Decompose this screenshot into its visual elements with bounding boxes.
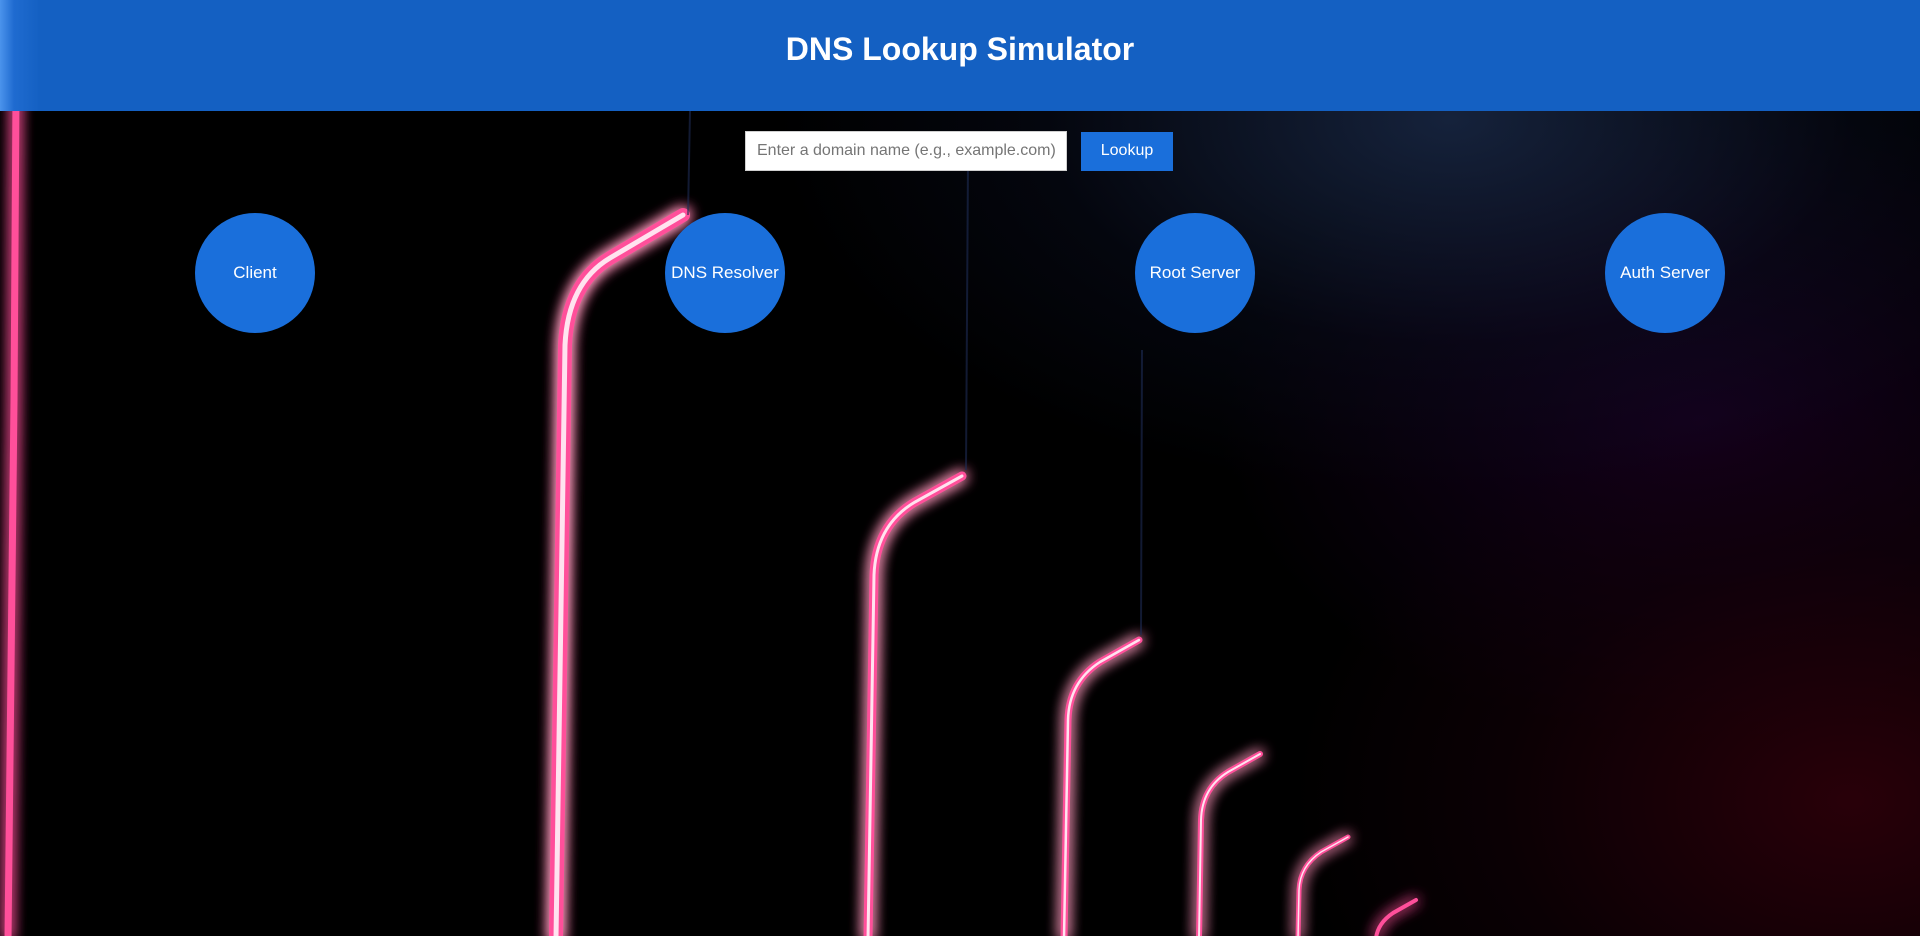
page-title: DNS Lookup Simulator: [785, 31, 1135, 67]
node-dns-resolver: DNS Resolver: [665, 213, 785, 333]
node-client: Client: [195, 213, 315, 333]
lookup-controls: Lookup: [745, 131, 1173, 171]
lookup-button[interactable]: Lookup: [1081, 131, 1173, 171]
node-auth-server: Auth Server: [1605, 213, 1725, 333]
page: DNS Lookup Simulator Lookup Client DNS R…: [0, 0, 1920, 938]
node-root-server: Root Server: [1135, 213, 1255, 333]
domain-input[interactable]: [745, 131, 1067, 171]
app-header: DNS Lookup Simulator: [0, 0, 1920, 111]
